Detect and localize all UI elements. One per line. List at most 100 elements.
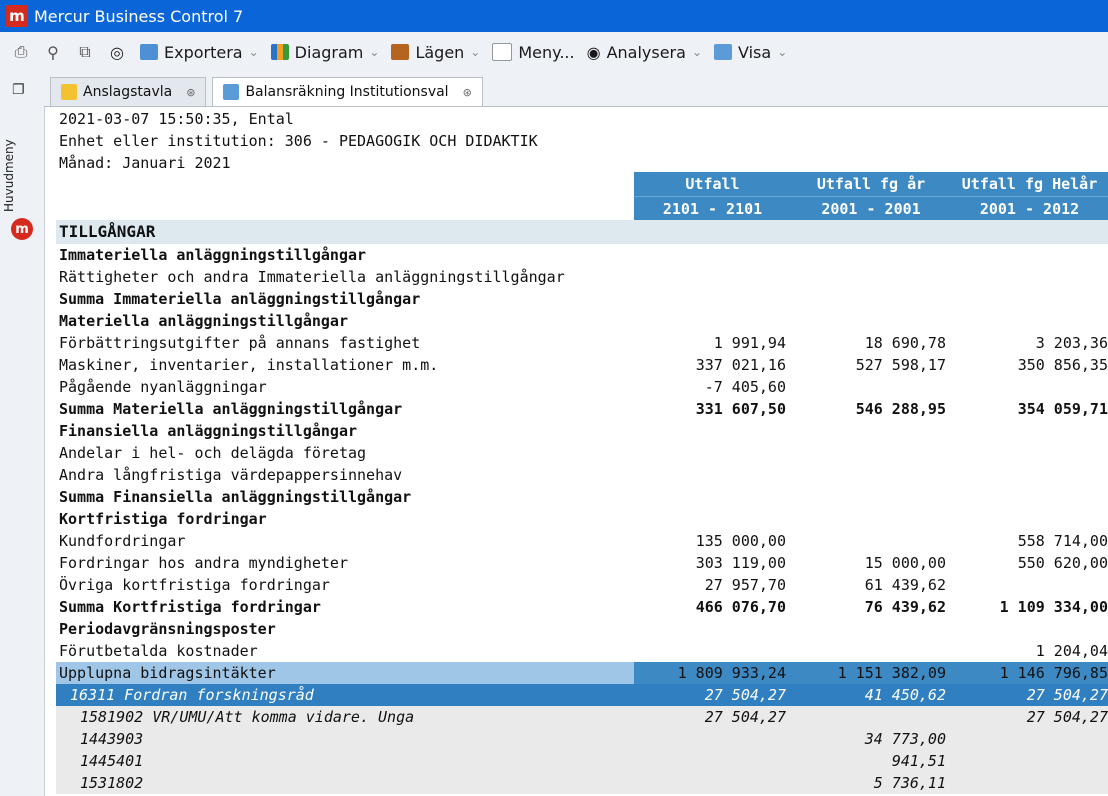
row-label: Kundfordringar xyxy=(59,532,186,550)
binoculars-icon[interactable]: ◎ xyxy=(106,42,128,62)
row-value: 61 439,62 xyxy=(864,576,946,594)
grid-icon xyxy=(714,44,732,60)
column-title: Utfall fg Helår xyxy=(961,175,1098,193)
row-label: Förutbetalda kostnader xyxy=(59,642,258,660)
row-label: 1531802 xyxy=(80,774,144,792)
report-row[interactable]: Summa Kortfristiga fordringar 466 076,70 7… xyxy=(56,596,1108,618)
row-value: 15 000,00 xyxy=(864,554,946,572)
report-row[interactable]: Summa Immateriella anläggningstillgångar xyxy=(56,288,1108,310)
row-value: 41 450,62 xyxy=(864,686,946,704)
row-value: 1 109 334,00 xyxy=(999,598,1108,616)
chevron-down-icon: ⌄ xyxy=(691,45,702,59)
row-value: 135 000,00 xyxy=(695,532,786,550)
report-row[interactable]: 1445401 941,51 xyxy=(56,750,1108,772)
meny-label: Meny... xyxy=(518,42,575,62)
row-label: Pågående nyanläggningar xyxy=(59,378,267,396)
diagram-label: Diagram xyxy=(294,42,364,62)
row-value: 27 504,27 xyxy=(1026,686,1108,704)
row-label: Kortfristiga fordringar xyxy=(59,510,267,528)
diagram-menu[interactable]: Diagram ⌄ xyxy=(270,42,379,62)
report-row[interactable]: Summa Materiella anläggningstillgångar 33… xyxy=(56,398,1108,420)
row-value: 331 607,50 xyxy=(695,400,786,418)
row-value: 354 059,71 xyxy=(1017,400,1108,418)
row-label: Summa Materiella anläggningstillgångar xyxy=(59,400,403,418)
visa-label: Visa xyxy=(738,42,772,62)
export-icon xyxy=(140,44,158,60)
report-row[interactable]: Finansiella anläggningstillgångar xyxy=(56,420,1108,442)
report-row[interactable]: Andelar i hel- och delägda företag xyxy=(56,442,1108,464)
report-row[interactable]: Andra långfristiga värdepappersinnehav xyxy=(56,464,1108,486)
grid-icon xyxy=(223,84,240,100)
report-row[interactable]: 1531802 5 736,11 xyxy=(56,772,1108,794)
row-label: Andra långfristiga värdepappersinnehav xyxy=(59,466,403,484)
tab-balansrakning[interactable]: Balansräkning Institutionsval ⊛ xyxy=(212,77,483,106)
row-label: 1443903 xyxy=(80,730,144,748)
row-label: Övriga kortfristiga fordringar xyxy=(59,576,330,594)
huvudmeny-logo-icon[interactable]: m xyxy=(11,218,33,240)
row-value: 1 204,04 xyxy=(1035,642,1108,660)
row-label: Upplupna bidragsintäkter xyxy=(59,664,276,682)
chevron-down-icon: ⌄ xyxy=(470,45,481,59)
row-value: 1 151 382,09 xyxy=(837,664,946,682)
report-row[interactable]: Summa Finansiella anläggningstillgångar xyxy=(56,486,1108,508)
row-value: 27 504,27 xyxy=(1026,708,1108,726)
row-label: Summa Finansiella anläggningstillgångar xyxy=(59,488,412,506)
lagen-menu[interactable]: Lägen ⌄ xyxy=(391,43,480,62)
column-period: 2001 - 2001 xyxy=(791,196,951,221)
report-row[interactable]: Förbättringsutgifter på annans fastighet… xyxy=(56,332,1108,354)
row-label: Summa Immateriella anläggningstillgångar xyxy=(59,290,421,308)
report-row[interactable]: Förutbetalda kostnader 1 204,04 xyxy=(56,640,1108,662)
huvudmeny-label[interactable]: Huvudmeny xyxy=(2,139,16,212)
row-label: 16311 Fordran forskningsråd xyxy=(70,686,314,704)
column-header-utfall-fg-helar[interactable]: Utfall fg Helår 2001 - 2012 xyxy=(951,172,1108,220)
menu-icon xyxy=(492,43,513,61)
column-header-utfall[interactable]: Utfall 2101 - 2101 xyxy=(634,172,791,220)
row-value: 1 146 796,85 xyxy=(999,664,1108,682)
print-icon[interactable]: ⎙ xyxy=(10,42,32,62)
report-row[interactable]: Övriga kortfristiga fordringar 27 957,70 6… xyxy=(56,574,1108,596)
row-value: 27 504,27 xyxy=(704,708,786,726)
copy-icon[interactable]: ⧉ xyxy=(74,42,96,62)
report-row[interactable]: Kortfristiga fordringar xyxy=(56,508,1108,530)
row-value: 546 288,95 xyxy=(855,400,946,418)
report-row[interactable]: Periodavgränsningsposter xyxy=(56,618,1108,640)
report-row[interactable]: Upplupna bidragsintäkter 1 809 933,24 1 15… xyxy=(56,662,1108,684)
row-label: Immateriella anläggningstillgångar xyxy=(59,246,367,264)
report-row[interactable]: Rättigheter och andra Immateriella anläg… xyxy=(56,266,1108,288)
row-value: 5 736,11 xyxy=(873,774,946,792)
close-icon[interactable]: ⊛ xyxy=(186,86,195,99)
row-value: 18 690,78 xyxy=(864,334,946,352)
report-row[interactable]: TILLGÅNGAR xyxy=(56,220,1108,244)
row-value: 34 773,00 xyxy=(864,730,946,748)
row-label: Rättigheter och andra Immateriella anläg… xyxy=(59,268,565,286)
row-label: Materiella anläggningstillgångar xyxy=(59,312,348,330)
column-title: Utfall fg år xyxy=(816,175,926,193)
row-value: 337 021,16 xyxy=(695,356,786,374)
row-value: 3 203,36 xyxy=(1035,334,1108,352)
analysera-menu[interactable]: ◉ Analysera ⌄ xyxy=(587,43,702,62)
preview-icon[interactable]: ⚲ xyxy=(42,42,64,62)
book-icon xyxy=(391,44,410,60)
report-row[interactable]: Immateriella anläggningstillgångar xyxy=(56,244,1108,266)
close-icon[interactable]: ⊛ xyxy=(463,86,472,99)
column-period: 2101 - 2101 xyxy=(634,196,791,221)
report-row[interactable]: Fordringar hos andra myndigheter 303 119,… xyxy=(56,552,1108,574)
analysera-label: Analysera xyxy=(606,42,686,62)
meny-menu[interactable]: Meny... xyxy=(492,42,575,62)
row-value: 941,51 xyxy=(891,752,946,770)
exportera-menu[interactable]: Exportera ⌄ xyxy=(140,43,259,62)
report-row[interactable]: Pågående nyanläggningar -7 405,60 xyxy=(56,376,1108,398)
report-row[interactable]: Maskiner, inventarier, installationer m.… xyxy=(56,354,1108,376)
report-row[interactable]: 1443903 34 773,00 xyxy=(56,728,1108,750)
report-row[interactable]: Kundfordringar 135 000,00 558 714,00 xyxy=(56,530,1108,552)
report-row[interactable]: 16311 Fordran forskningsråd 27 504,27 41 4… xyxy=(56,684,1108,706)
tab-bar: Anslagstavla ⊛ Balansräkning Institution… xyxy=(44,72,1108,107)
row-value: 466 076,70 xyxy=(695,598,786,616)
report-row[interactable]: 1581902 VR/UMU/Att komma vidare. Unga 27 … xyxy=(56,706,1108,728)
bulletin-board-icon xyxy=(61,84,77,100)
visa-menu[interactable]: Visa ⌄ xyxy=(714,43,787,62)
tab-anslagstavla[interactable]: Anslagstavla ⊛ xyxy=(50,77,207,106)
report-row[interactable]: Materiella anläggningstillgångar xyxy=(56,310,1108,332)
column-header-utfall-fg-ar[interactable]: Utfall fg år 2001 - 2001 xyxy=(791,172,951,220)
restore-window-icon[interactable]: ❐ xyxy=(12,82,25,98)
